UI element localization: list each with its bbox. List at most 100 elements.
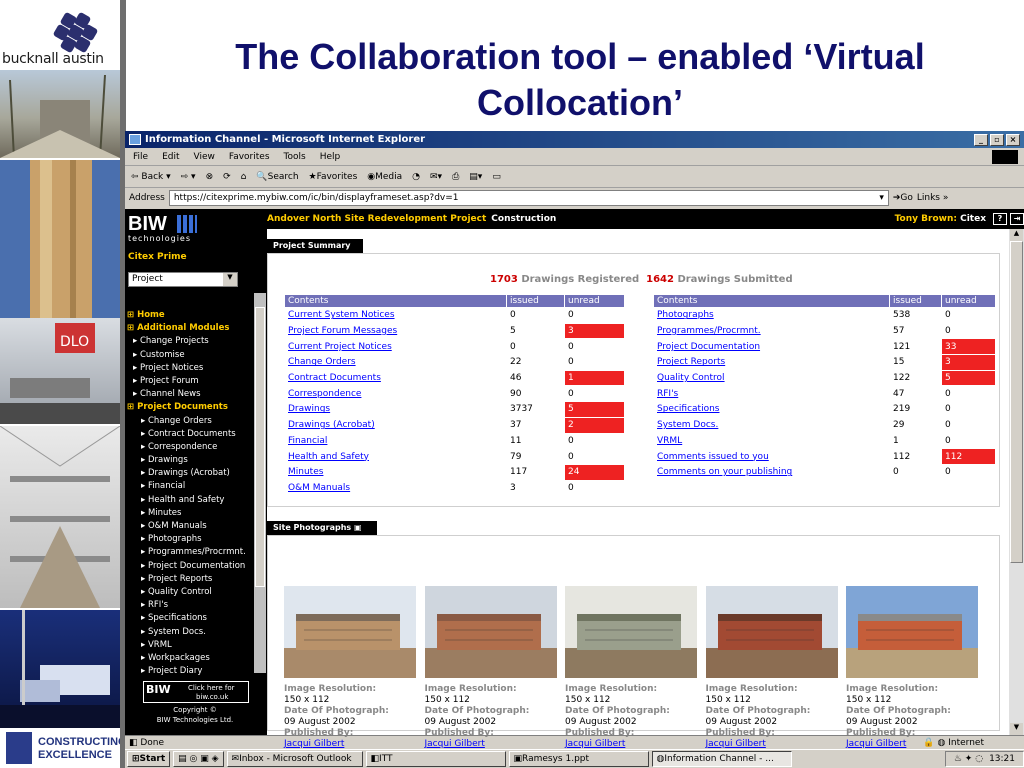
sidebar-item-rfi-s[interactable]: ▸ RFI's <box>127 599 253 612</box>
sidebar-item-photographs[interactable]: ▸ Photographs <box>127 533 253 546</box>
document-link[interactable]: Comments issued to you <box>653 448 890 465</box>
taskbar-item-outlook[interactable]: ✉ Inbox - Microsoft Outlook <box>226 751 363 767</box>
sidebar-item-change-orders[interactable]: ▸ Change Orders <box>127 415 253 428</box>
sidebar-item-additional-modules[interactable]: ⊞ Additional Modules <box>127 322 253 335</box>
document-link[interactable]: Current Project Notices <box>284 338 507 356</box>
taskbar-item-ie[interactable]: ◍ Information Channel - ... <box>651 751 792 767</box>
document-link[interactable]: RFI's <box>653 385 890 403</box>
menu-favorites[interactable]: Favorites <box>229 152 270 162</box>
search-button[interactable]: 🔍Search <box>256 172 298 182</box>
sidebar-item-project-documents[interactable]: ⊞ Project Documents <box>127 401 253 414</box>
sidebar-item-project-notices[interactable]: ▸ Project Notices <box>127 362 253 375</box>
sidebar-item-specifications[interactable]: ▸ Specifications <box>127 612 253 625</box>
site-photo[interactable] <box>846 586 978 678</box>
page-scrollbar[interactable]: ▲ ▼ <box>1009 229 1024 735</box>
sidebar-item-project-reports[interactable]: ▸ Project Reports <box>127 573 253 586</box>
sidebar-item-correspondence[interactable]: ▸ Correspondence <box>127 441 253 454</box>
sidebar-item-contract-documents[interactable]: ▸ Contract Documents <box>127 428 253 441</box>
sidebar-item-project-documentation[interactable]: ▸ Project Documentation <box>127 560 253 573</box>
close-button[interactable]: × <box>1006 133 1020 146</box>
sidebar-item-health-and-safety[interactable]: ▸ Health and Safety <box>127 494 253 507</box>
arrow-right-icon: ▸ <box>141 521 148 531</box>
links-button[interactable]: Links » <box>917 193 949 203</box>
document-link[interactable]: Comments on your publishing <box>653 463 890 481</box>
camera-icon[interactable]: ▣ <box>354 523 362 532</box>
chevron-down-icon[interactable]: ▾ <box>879 193 884 203</box>
address-input[interactable]: https://citexprime.mybiw.com/ic/bin/disp… <box>168 190 889 206</box>
sidebar-item-workpackages[interactable]: ▸ Workpackages <box>127 652 253 665</box>
document-link[interactable]: VRML <box>653 432 890 450</box>
menu-tools[interactable]: Tools <box>284 152 306 162</box>
document-link[interactable]: Correspondence <box>284 385 507 403</box>
scroll-down-icon[interactable]: ▼ <box>1010 723 1023 735</box>
home-icon[interactable]: ⌂ <box>241 172 247 182</box>
minimize-button[interactable]: _ <box>974 133 988 146</box>
document-link[interactable]: Minutes <box>284 463 507 481</box>
site-photo[interactable] <box>284 586 416 678</box>
menu-edit[interactable]: Edit <box>162 152 179 162</box>
document-link[interactable]: Quality Control <box>653 369 890 387</box>
biw-website-link[interactable]: BIW Click here for biw.co.uk <box>143 681 249 703</box>
arrow-right-icon: ▸ <box>141 455 148 466</box>
site-photo[interactable] <box>705 586 838 678</box>
sidebar-item-home[interactable]: ⊞ Home <box>127 309 253 322</box>
restore-button[interactable]: ▫ <box>990 133 1004 146</box>
document-link[interactable]: Current System Notices <box>284 307 507 324</box>
document-link[interactable]: Photographs <box>653 307 890 324</box>
sidebar-scrollbar[interactable] <box>254 293 266 673</box>
menu-help[interactable]: Help <box>320 152 341 162</box>
sidebar-item-change-projects[interactable]: ▸ Change Projects <box>127 335 253 348</box>
taskbar-item-itt[interactable]: ◧ ITT <box>365 751 506 767</box>
sidebar-item-drawings[interactable]: ▸ Drawings <box>127 454 253 467</box>
sidebar-item-project-forum[interactable]: ▸ Project Forum <box>127 375 253 388</box>
sidebar-item-financial[interactable]: ▸ Financial <box>127 480 253 493</box>
document-link[interactable]: Financial <box>284 432 507 450</box>
discuss-icon[interactable]: ▭ <box>492 172 501 182</box>
help-icon[interactable]: ? <box>993 213 1007 225</box>
document-link[interactable]: Drawings (Acrobat) <box>284 416 507 434</box>
sidebar-item-vrml[interactable]: ▸ VRML <box>127 639 253 652</box>
exit-icon[interactable]: ⇥ <box>1010 213 1024 225</box>
sidebar-item-o-m-manuals[interactable]: ▸ O&M Manuals <box>127 520 253 533</box>
document-link[interactable]: Change Orders <box>284 354 507 371</box>
document-link[interactable]: Health and Safety <box>284 448 507 465</box>
taskbar-item-ramesys[interactable]: ▣ Ramesys 1.ppt <box>508 751 649 767</box>
document-link[interactable]: System Docs. <box>653 416 890 434</box>
sidebar-item-system-docs[interactable]: ▸ System Docs. <box>127 626 253 639</box>
document-link[interactable]: Specifications <box>653 401 890 418</box>
document-link[interactable]: Project Reports <box>653 354 890 371</box>
media-button[interactable]: ◉Media <box>367 172 402 182</box>
document-link[interactable]: O&M Manuals <box>284 479 507 497</box>
go-button[interactable]: ➔Go <box>893 193 913 203</box>
refresh-icon[interactable]: ⟳ <box>223 172 231 182</box>
scroll-up-icon[interactable]: ▲ <box>1010 229 1023 241</box>
back-button[interactable]: ⇦ Back ▾ <box>131 172 171 182</box>
sidebar-item-minutes[interactable]: ▸ Minutes <box>127 507 253 520</box>
document-link[interactable]: Programmes/Procrmnt. <box>653 322 890 340</box>
site-photo[interactable] <box>565 586 697 678</box>
menu-file[interactable]: File <box>133 152 148 162</box>
favorites-button[interactable]: ★Favorites <box>309 172 358 182</box>
stop-icon[interactable]: ⊗ <box>206 172 214 182</box>
edit-icon[interactable]: ▤▾ <box>469 172 482 182</box>
site-photo[interactable] <box>424 586 557 678</box>
history-icon[interactable]: ◔ <box>412 172 420 182</box>
quick-launch[interactable]: ▤ ◎ ▣ ◈ <box>173 751 224 767</box>
sidebar-item-customise[interactable]: ▸ Customise <box>127 349 253 362</box>
sidebar-item-project-diary[interactable]: ▸ Project Diary <box>127 665 253 678</box>
sidebar-item-programmes-procrmnt[interactable]: ▸ Programmes/Procrmnt. <box>127 546 253 559</box>
project-select[interactable]: Project ▼ <box>128 272 238 287</box>
sidebar-item-quality-control[interactable]: ▸ Quality Control <box>127 586 253 599</box>
document-link[interactable]: Project Documentation <box>653 338 890 356</box>
mail-icon[interactable]: ✉▾ <box>430 172 442 182</box>
sidebar-item-channel-news[interactable]: ▸ Channel News <box>127 388 253 401</box>
document-link[interactable]: Drawings <box>284 401 507 418</box>
sidebar-item-drawings-acrobat[interactable]: ▸ Drawings (Acrobat) <box>127 467 253 480</box>
menu-view[interactable]: View <box>194 152 215 162</box>
start-button[interactable]: ⊞ Start <box>127 751 171 767</box>
forward-button[interactable]: ⇨ ▾ <box>181 172 196 182</box>
print-icon[interactable]: ⎙ <box>452 172 459 182</box>
document-link[interactable]: Contract Documents <box>284 369 507 387</box>
site-photographs-panel: Image Resolution: 150 x 112 Date Of Photog… <box>267 535 1000 749</box>
document-link[interactable]: Project Forum Messages <box>284 322 507 340</box>
